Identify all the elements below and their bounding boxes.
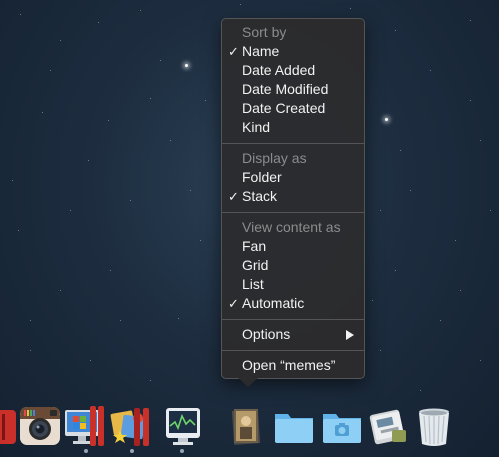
running-indicator	[130, 449, 134, 453]
star	[420, 390, 421, 391]
star	[110, 270, 111, 271]
running-indicator	[84, 449, 88, 453]
star	[42, 112, 43, 113]
stack-context-menu: Sort by ✓ Name Date Added Date Modified …	[221, 18, 365, 379]
running-indicator	[180, 449, 184, 453]
star	[480, 140, 481, 141]
star	[70, 210, 71, 211]
menu-separator	[222, 319, 364, 320]
menu-separator	[222, 350, 364, 351]
star	[150, 380, 151, 381]
menu-item-sort-date-added[interactable]: Date Added	[222, 61, 364, 80]
menu-item-sort-name[interactable]: ✓ Name	[222, 42, 364, 61]
star	[20, 14, 21, 15]
menu-item-options[interactable]: Options	[222, 325, 364, 344]
star	[380, 350, 381, 351]
star	[460, 290, 461, 291]
menu-item-view-grid[interactable]: Grid	[222, 256, 364, 275]
menu-separator	[222, 143, 364, 144]
star	[12, 180, 13, 181]
star	[130, 200, 131, 201]
star	[470, 20, 471, 21]
star	[470, 100, 471, 101]
sort-by-header: Sort by	[242, 24, 287, 40]
star	[98, 22, 99, 23]
menu-separator	[222, 212, 364, 213]
star	[455, 240, 456, 241]
star	[372, 300, 373, 301]
star	[60, 40, 61, 41]
star	[185, 64, 188, 67]
stickies-game-icon[interactable]	[110, 404, 154, 448]
star	[88, 160, 89, 161]
star	[50, 70, 51, 71]
menu-item-sort-date-modified[interactable]: Date Modified	[222, 80, 364, 99]
activity-monitor-icon[interactable]	[160, 404, 204, 448]
star	[120, 320, 121, 321]
screenshots-folder-icon[interactable]	[320, 404, 364, 448]
checkmark-icon: ✓	[228, 296, 239, 311]
instagram-icon[interactable]	[18, 404, 62, 448]
menu-item-open-memes[interactable]: Open “memes”	[222, 356, 364, 375]
star	[400, 150, 401, 151]
star	[200, 240, 201, 241]
desktop: Sort by ✓ Name Date Added Date Modified …	[0, 0, 499, 457]
star	[30, 350, 31, 351]
star	[380, 210, 381, 211]
star	[385, 118, 388, 121]
star	[178, 318, 179, 319]
star	[18, 230, 19, 231]
folder-icon[interactable]	[272, 404, 316, 448]
star	[108, 120, 109, 121]
star	[205, 100, 206, 101]
menu-item-view-list[interactable]: List	[222, 275, 364, 294]
menu-item-display-folder[interactable]: Folder	[222, 168, 364, 187]
star	[240, 4, 241, 5]
trash-icon[interactable]	[412, 404, 456, 448]
menu-item-sort-date-created[interactable]: Date Created	[222, 99, 364, 118]
star	[140, 10, 141, 11]
display-as-header: Display as	[242, 150, 307, 166]
star	[395, 30, 396, 31]
star	[150, 98, 151, 99]
view-content-as-header: View content as	[242, 219, 341, 235]
star	[170, 140, 171, 141]
star	[410, 190, 411, 191]
menu-item-view-fan[interactable]: Fan	[222, 237, 364, 256]
red-app-icon[interactable]	[0, 404, 20, 448]
submenu-arrow-icon	[346, 330, 354, 340]
star	[90, 360, 91, 361]
memes-stack-icon[interactable]	[224, 404, 268, 448]
dock	[0, 398, 499, 457]
parallels-windows-icon[interactable]	[64, 404, 108, 448]
star	[190, 190, 191, 191]
star	[30, 320, 31, 321]
checkmark-icon: ✓	[228, 44, 239, 59]
star	[395, 270, 396, 271]
star	[160, 60, 161, 61]
star	[490, 210, 491, 211]
menu-item-display-stack[interactable]: ✓ Stack	[222, 187, 364, 206]
star	[430, 70, 431, 71]
archive-utility-icon[interactable]	[366, 404, 410, 448]
star	[480, 360, 481, 361]
menu-pointer	[238, 378, 258, 387]
star	[60, 290, 61, 291]
star	[440, 320, 441, 321]
star	[350, 8, 351, 9]
checkmark-icon: ✓	[228, 189, 239, 204]
menu-item-sort-kind[interactable]: Kind	[222, 118, 364, 137]
menu-item-view-automatic[interactable]: ✓ Automatic	[222, 294, 364, 313]
